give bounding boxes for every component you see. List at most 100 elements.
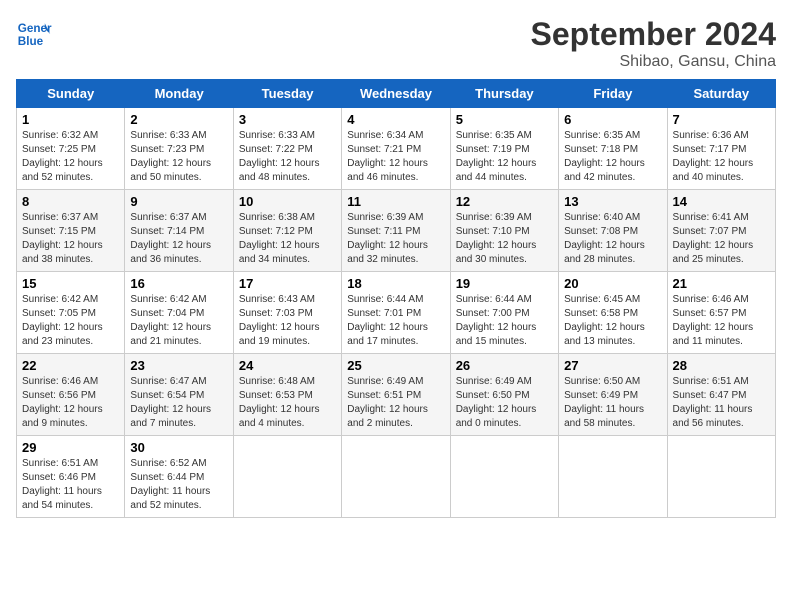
day-info: Sunrise: 6:51 AMSunset: 6:46 PMDaylight:… [22, 457, 119, 513]
calendar-cell [559, 436, 667, 518]
calendar-cell: 6 Sunrise: 6:35 AMSunset: 7:18 PMDaylight… [559, 108, 667, 190]
month-title: September 2024 [531, 16, 776, 53]
calendar-cell: 20 Sunrise: 6:45 AMSunset: 6:58 PMDayligh… [559, 272, 667, 354]
calendar-cell: 14 Sunrise: 6:41 AMSunset: 7:07 PMDayligh… [667, 190, 775, 272]
day-info: Sunrise: 6:37 AMSunset: 7:14 PMDaylight:… [130, 211, 227, 267]
calendar-cell [233, 436, 341, 518]
calendar-cell: 4Sunrise: 6:34 AMSunset: 7:21 PMDaylight… [342, 108, 450, 190]
weekday-header-monday: Monday [125, 80, 233, 108]
day-number: 1 [22, 112, 119, 127]
calendar-cell [667, 436, 775, 518]
day-number: 21 [673, 276, 770, 291]
day-number: 10 [239, 194, 336, 209]
day-info: Sunrise: 6:33 AMSunset: 7:22 PMDaylight:… [239, 129, 336, 185]
calendar-cell: 17 Sunrise: 6:43 AMSunset: 7:03 PMDayligh… [233, 272, 341, 354]
day-number: 29 [22, 440, 119, 455]
calendar-cell: 18 Sunrise: 6:44 AMSunset: 7:01 PMDayligh… [342, 272, 450, 354]
day-info: Sunrise: 6:49 AMSunset: 6:51 PMDaylight:… [347, 375, 444, 431]
calendar-row-2: 8Sunrise: 6:37 AMSunset: 7:15 PMDaylight… [17, 190, 776, 272]
day-info: Sunrise: 6:39 AMSunset: 7:11 PMDaylight:… [347, 211, 444, 267]
day-info: Sunrise: 6:43 AMSunset: 7:03 PMDaylight:… [239, 293, 336, 349]
day-number: 28 [673, 358, 770, 373]
day-info: Sunrise: 6:45 AMSunset: 6:58 PMDaylight:… [564, 293, 661, 349]
weekday-header-sunday: Sunday [17, 80, 125, 108]
calendar-cell: 13Sunrise: 6:40 AMSunset: 7:08 PMDayligh… [559, 190, 667, 272]
day-info: Sunrise: 6:42 AMSunset: 7:05 PMDaylight:… [22, 293, 119, 349]
day-number: 24 [239, 358, 336, 373]
day-number: 25 [347, 358, 444, 373]
calendar-cell: 3 Sunrise: 6:33 AMSunset: 7:22 PMDaylight… [233, 108, 341, 190]
header: General Blue September 2024 Shibao, Gans… [16, 16, 776, 71]
calendar-cell: 26Sunrise: 6:49 AMSunset: 6:50 PMDayligh… [450, 354, 558, 436]
day-number: 12 [456, 194, 553, 209]
calendar-cell: 23 Sunrise: 6:47 AMSunset: 6:54 PMDayligh… [125, 354, 233, 436]
calendar-cell: 30 Sunrise: 6:52 AMSunset: 6:44 PMDayligh… [125, 436, 233, 518]
logo-icon: General Blue [16, 16, 52, 52]
calendar-cell: 2 Sunrise: 6:33 AMSunset: 7:23 PMDaylight… [125, 108, 233, 190]
calendar-cell: 10Sunrise: 6:38 AMSunset: 7:12 PMDayligh… [233, 190, 341, 272]
calendar-cell: 16 Sunrise: 6:42 AMSunset: 7:04 PMDayligh… [125, 272, 233, 354]
day-info: Sunrise: 6:44 AMSunset: 7:00 PMDaylight:… [456, 293, 553, 349]
day-number: 18 [347, 276, 444, 291]
calendar-cell: 8Sunrise: 6:37 AMSunset: 7:15 PMDaylight… [17, 190, 125, 272]
day-number: 23 [130, 358, 227, 373]
calendar-header-row: SundayMondayTuesdayWednesdayThursdayFrid… [17, 80, 776, 108]
day-info: Sunrise: 6:50 AMSunset: 6:49 PMDaylight:… [564, 375, 661, 431]
day-number: 3 [239, 112, 336, 127]
day-info: Sunrise: 6:47 AMSunset: 6:54 PMDaylight:… [130, 375, 227, 431]
calendar-cell: 19 Sunrise: 6:44 AMSunset: 7:00 PMDayligh… [450, 272, 558, 354]
day-number: 17 [239, 276, 336, 291]
calendar-cell: 11 Sunrise: 6:39 AMSunset: 7:11 PMDayligh… [342, 190, 450, 272]
calendar-cell: 24 Sunrise: 6:48 AMSunset: 6:53 PMDayligh… [233, 354, 341, 436]
calendar-cell: 22Sunrise: 6:46 AMSunset: 6:56 PMDayligh… [17, 354, 125, 436]
calendar-cell [342, 436, 450, 518]
svg-text:Blue: Blue [18, 35, 44, 48]
day-info: Sunrise: 6:41 AMSunset: 7:07 PMDaylight:… [673, 211, 770, 267]
calendar-row-3: 15 Sunrise: 6:42 AMSunset: 7:05 PMDayligh… [17, 272, 776, 354]
day-info: Sunrise: 6:34 AMSunset: 7:21 PMDaylight:… [347, 129, 444, 185]
calendar-row-1: 1Sunrise: 6:32 AMSunset: 7:25 PMDaylight… [17, 108, 776, 190]
day-number: 14 [673, 194, 770, 209]
day-number: 7 [673, 112, 770, 127]
day-number: 5 [456, 112, 553, 127]
day-number: 19 [456, 276, 553, 291]
title-block: September 2024 Shibao, Gansu, China [531, 16, 776, 71]
day-info: Sunrise: 6:33 AMSunset: 7:23 PMDaylight:… [130, 129, 227, 185]
day-info: Sunrise: 6:48 AMSunset: 6:53 PMDaylight:… [239, 375, 336, 431]
day-info: Sunrise: 6:36 AMSunset: 7:17 PMDaylight:… [673, 129, 770, 185]
day-number: 15 [22, 276, 119, 291]
day-number: 22 [22, 358, 119, 373]
day-number: 30 [130, 440, 227, 455]
weekday-header-friday: Friday [559, 80, 667, 108]
day-info: Sunrise: 6:42 AMSunset: 7:04 PMDaylight:… [130, 293, 227, 349]
day-number: 6 [564, 112, 661, 127]
day-info: Sunrise: 6:35 AMSunset: 7:18 PMDaylight:… [564, 129, 661, 185]
day-info: Sunrise: 6:46 AMSunset: 6:57 PMDaylight:… [673, 293, 770, 349]
calendar-row-5: 29 Sunrise: 6:51 AMSunset: 6:46 PMDayligh… [17, 436, 776, 518]
calendar-body: 1Sunrise: 6:32 AMSunset: 7:25 PMDaylight… [17, 108, 776, 518]
day-info: Sunrise: 6:44 AMSunset: 7:01 PMDaylight:… [347, 293, 444, 349]
day-info: Sunrise: 6:40 AMSunset: 7:08 PMDaylight:… [564, 211, 661, 267]
calendar-cell: 21 Sunrise: 6:46 AMSunset: 6:57 PMDayligh… [667, 272, 775, 354]
calendar-cell: 15 Sunrise: 6:42 AMSunset: 7:05 PMDayligh… [17, 272, 125, 354]
weekday-header-tuesday: Tuesday [233, 80, 341, 108]
logo: General Blue [16, 16, 52, 52]
calendar-cell: 1Sunrise: 6:32 AMSunset: 7:25 PMDaylight… [17, 108, 125, 190]
day-info: Sunrise: 6:49 AMSunset: 6:50 PMDaylight:… [456, 375, 553, 431]
day-info: Sunrise: 6:35 AMSunset: 7:19 PMDaylight:… [456, 129, 553, 185]
day-info: Sunrise: 6:39 AMSunset: 7:10 PMDaylight:… [456, 211, 553, 267]
day-number: 11 [347, 194, 444, 209]
weekday-header-wednesday: Wednesday [342, 80, 450, 108]
day-number: 20 [564, 276, 661, 291]
calendar-cell: 27 Sunrise: 6:50 AMSunset: 6:49 PMDayligh… [559, 354, 667, 436]
day-number: 27 [564, 358, 661, 373]
day-info: Sunrise: 6:52 AMSunset: 6:44 PMDaylight:… [130, 457, 227, 513]
calendar-cell: 28Sunrise: 6:51 AMSunset: 6:47 PMDayligh… [667, 354, 775, 436]
day-info: Sunrise: 6:37 AMSunset: 7:15 PMDaylight:… [22, 211, 119, 267]
calendar-cell: 25 Sunrise: 6:49 AMSunset: 6:51 PMDayligh… [342, 354, 450, 436]
calendar-cell: 12 Sunrise: 6:39 AMSunset: 7:10 PMDayligh… [450, 190, 558, 272]
day-number: 16 [130, 276, 227, 291]
calendar-row-4: 22Sunrise: 6:46 AMSunset: 6:56 PMDayligh… [17, 354, 776, 436]
location-title: Shibao, Gansu, China [531, 53, 776, 71]
day-number: 2 [130, 112, 227, 127]
